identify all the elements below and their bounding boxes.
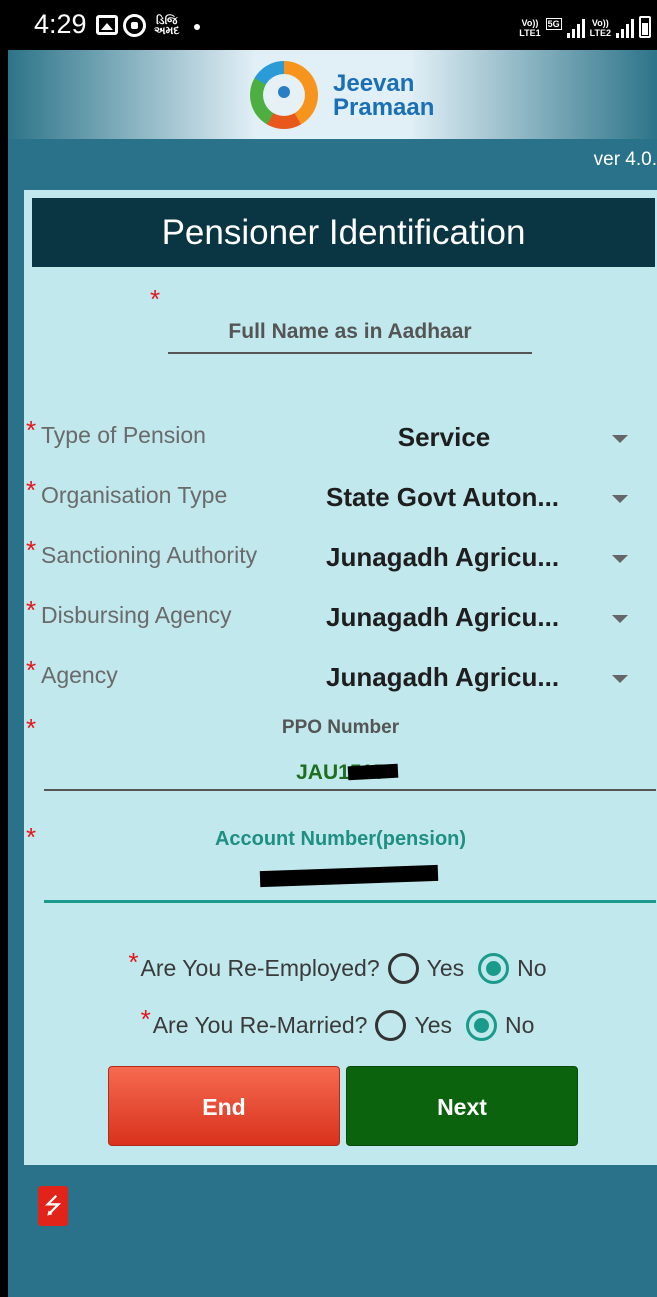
agency-value: Junagadh Agricu... (326, 662, 560, 692)
dropdown-arrow-icon (612, 435, 628, 443)
redaction-mark (347, 763, 399, 781)
disbursing-agency-dropdown[interactable]: * Disbursing Agency Junagadh Agricu... (24, 592, 657, 642)
account-number-input[interactable] (259, 864, 439, 888)
re-married-question: * Are You Re-Married? Yes No (24, 1003, 657, 1047)
status-bar: 4:29 ડિજિ અમદ Vo)) LTE1 5G Vo)) LTE2 (8, 0, 657, 50)
re-married-no-label[interactable]: No (505, 1012, 534, 1039)
usb-icon: ⭍ (38, 1186, 68, 1226)
app-screen: 4:29 ડિજિ અમદ Vo)) LTE1 5G Vo)) LTE2 Jee… (8, 0, 657, 1297)
organisation-type-label: Organisation Type (41, 482, 228, 508)
required-mark: * (26, 415, 37, 445)
re-married-no-radio[interactable] (466, 1009, 498, 1041)
disbursing-agency-value: Junagadh Agricu... (326, 602, 560, 632)
required-mark: * (26, 475, 37, 505)
re-employed-yes-label[interactable]: Yes (427, 955, 465, 982)
organisation-type-dropdown[interactable]: * Organisation Type State Govt Auton... (24, 472, 657, 522)
required-mark: * (128, 946, 139, 977)
re-employed-no-label[interactable]: No (517, 955, 546, 982)
volte-sim1-icon: Vo)) LTE1 (519, 18, 541, 38)
sanctioning-authority-dropdown[interactable]: * Sanctioning Authority Junagadh Agricu.… (24, 532, 657, 582)
pensioner-form-card: Pensioner Identification * Full Name as … (24, 190, 657, 1165)
type-of-pension-dropdown[interactable]: * Type of Pension Service (24, 412, 657, 462)
brand-line2: Pramaan (333, 94, 435, 121)
brand-name: Jeevan Pramaan (333, 72, 434, 120)
ppo-number-input[interactable]: JAU1515 (24, 761, 657, 785)
app-version: ver 4.0. (593, 149, 657, 170)
agency-label: Agency (41, 662, 118, 688)
signal-sim2-icon (616, 18, 634, 38)
full-name-input[interactable]: Full Name as in Aadhaar (168, 320, 532, 354)
more-notifications-icon (194, 24, 200, 30)
type-of-pension-value: Service (397, 422, 491, 452)
disbursing-agency-label: Disbursing Agency (41, 602, 232, 628)
end-button[interactable]: End (108, 1066, 340, 1146)
type-of-pension-label: Type of Pension (41, 422, 206, 448)
sanctioning-authority-value: Junagadh Agricu... (326, 542, 560, 572)
re-employed-no-radio[interactable] (478, 952, 510, 984)
required-mark: * (26, 535, 37, 565)
required-mark: * (140, 1003, 151, 1034)
battery-icon (639, 16, 651, 38)
5g-icon: 5G (545, 18, 562, 30)
agency-dropdown[interactable]: * Agency Junagadh Agricu... (24, 652, 657, 702)
dropdown-arrow-icon (612, 615, 628, 623)
re-married-yes-label[interactable]: Yes (414, 1012, 452, 1039)
required-mark: * (26, 655, 37, 685)
gallery-notification-icon (96, 15, 118, 35)
re-employed-yes-radio[interactable] (387, 952, 419, 984)
re-employed-question: * Are You Re-Employed? Yes No (24, 946, 657, 990)
dropdown-arrow-icon (612, 555, 628, 563)
app-notification-icon: ડિજિ અમદ (154, 15, 180, 37)
whatsapp-notification-icon (123, 14, 146, 37)
brand-header: Jeevan Pramaan (8, 50, 657, 139)
required-mark: * (150, 284, 161, 314)
re-married-yes-radio[interactable] (375, 1009, 407, 1041)
volte-sim2-icon: Vo)) LTE2 (589, 18, 611, 38)
account-number-label: Account Number(pension) (214, 828, 467, 850)
account-number-underline (44, 900, 656, 903)
status-right-icons: Vo)) LTE1 5G Vo)) LTE2 (519, 14, 651, 38)
brand-line1: Jeevan (333, 70, 415, 97)
ppo-number-label: PPO Number (281, 717, 400, 738)
ppo-number-underline (44, 789, 656, 791)
sanctioning-authority-label: Sanctioning Authority (41, 542, 258, 568)
jeevan-pramaan-logo-icon (250, 61, 318, 129)
signal-sim1-icon (566, 18, 585, 38)
page-title: Pensioner Identification (32, 198, 655, 267)
dropdown-arrow-icon (612, 675, 628, 683)
required-mark: * (26, 595, 37, 625)
dropdown-arrow-icon (612, 495, 628, 503)
next-button[interactable]: Next (346, 1066, 578, 1146)
organisation-type-value: State Govt Auton... (326, 482, 560, 512)
status-time: 4:29 (34, 9, 87, 39)
re-employed-label: Are You Re-Employed? (140, 954, 380, 981)
re-married-label: Are You Re-Married? (152, 1011, 368, 1038)
